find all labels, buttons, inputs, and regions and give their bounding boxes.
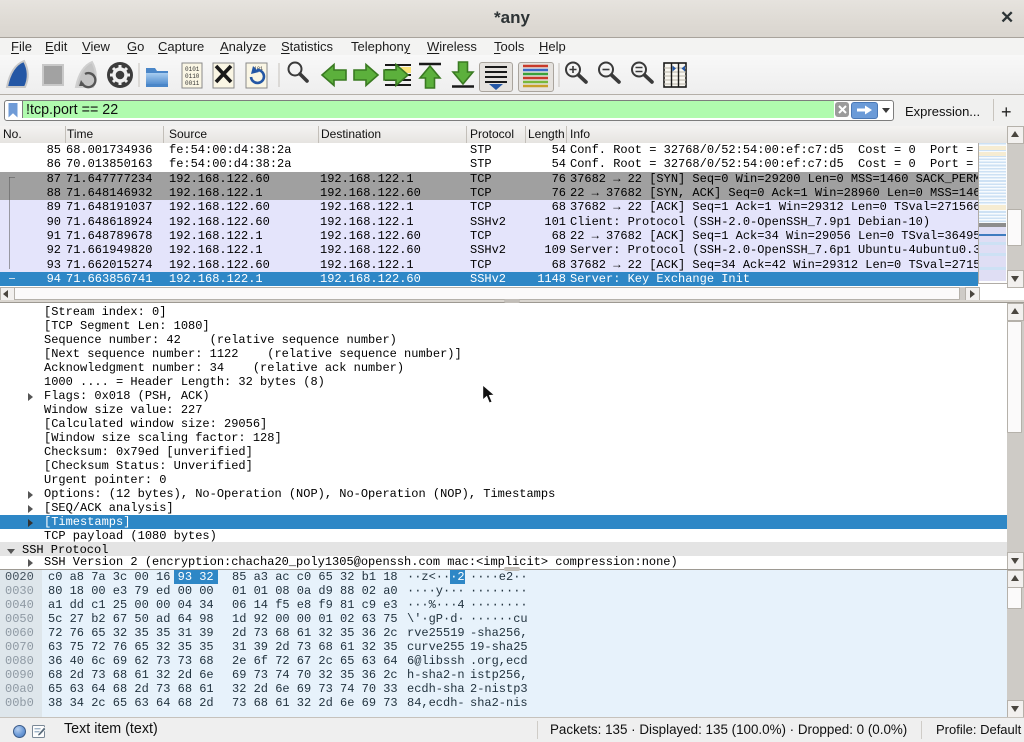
svg-text:0011: 0011 <box>185 80 200 87</box>
svg-text:0101: 0101 <box>185 66 200 73</box>
svg-text:0110: 0110 <box>185 73 200 80</box>
